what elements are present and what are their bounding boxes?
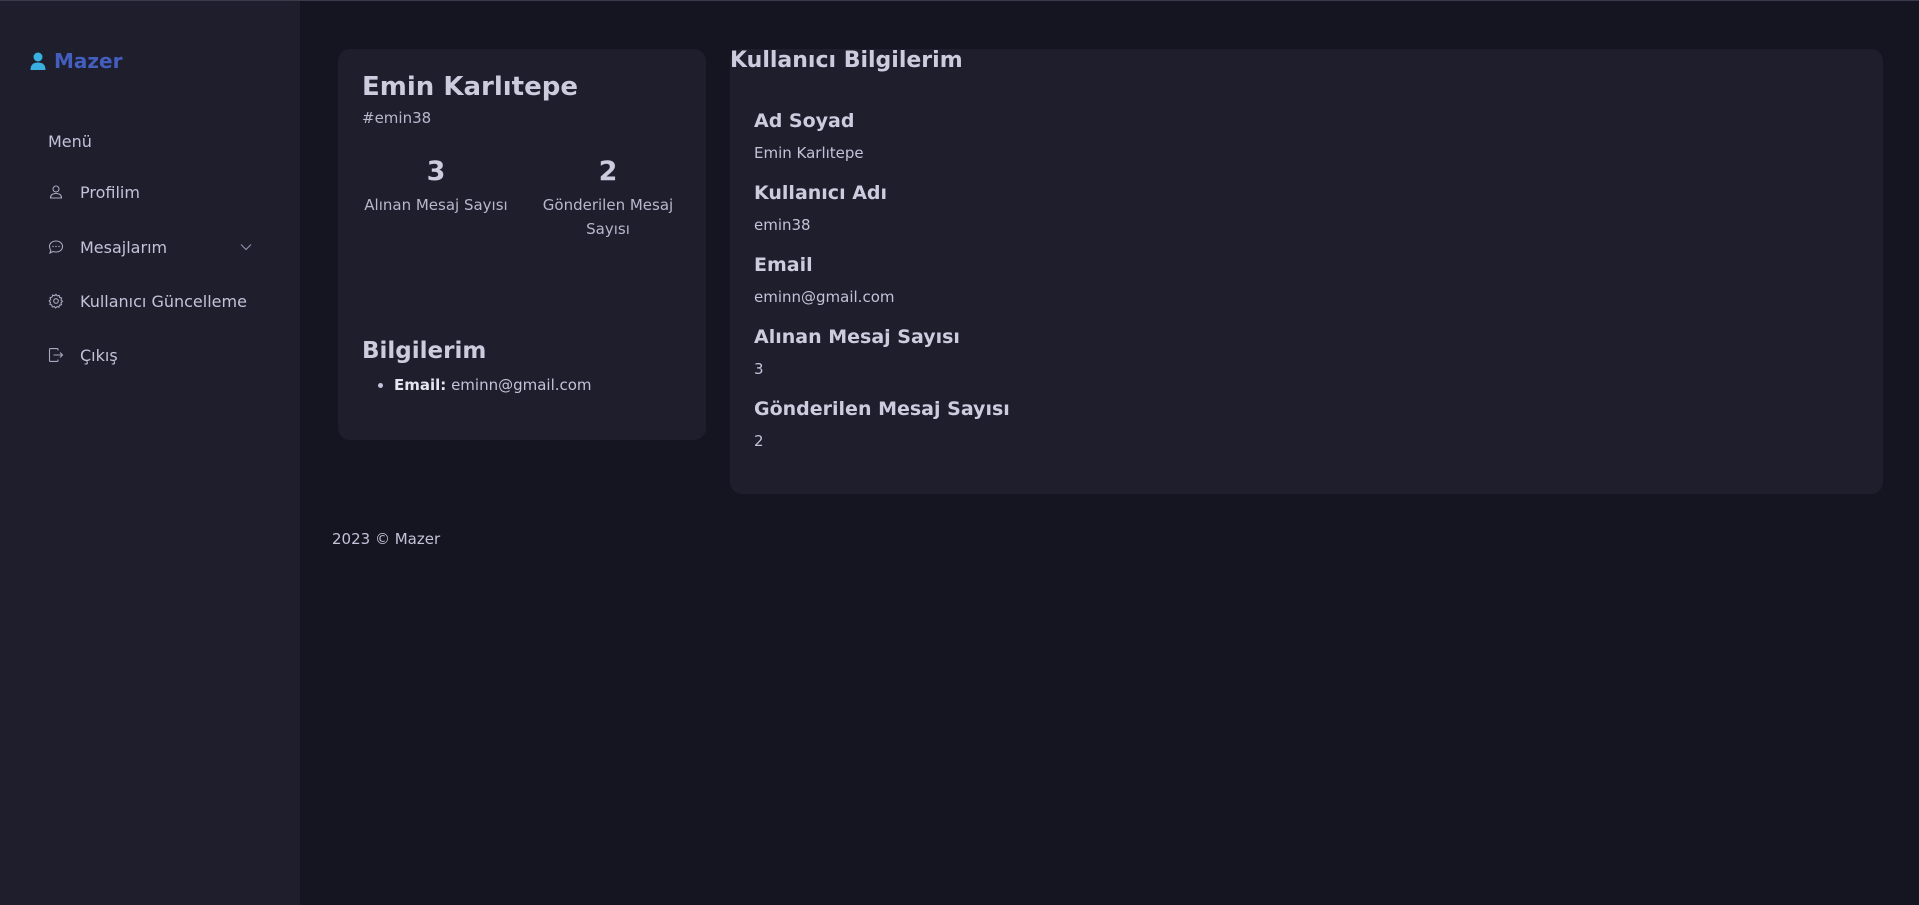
sidebar-item-label: Mesajlarım (80, 237, 168, 257)
field-label: Gönderilen Mesaj Sayısı (754, 398, 1010, 420)
details-title: Kullanıcı Bilgilerim (730, 48, 963, 73)
info-title: Bilgilerim (362, 338, 487, 364)
person-icon (49, 185, 63, 199)
field-value: 2 (754, 432, 764, 450)
stat-sent-messages: 2 Gönderilen Mesaj Sayısı (533, 155, 683, 241)
sidebar-item-kullanici-guncelleme[interactable]: Kullanıcı Güncelleme (48, 287, 253, 315)
brand-name: Mazer (54, 49, 123, 73)
email-label: Email: (394, 376, 447, 394)
list-item: Email: eminn@gmail.com (394, 376, 592, 394)
info-list: Email: eminn@gmail.com (394, 376, 592, 394)
field-kullanici-adi: Kullanıcı Adı emin38 (754, 181, 887, 235)
user-details-card: Kullanıcı Bilgilerim Ad Soyad Emin Karlı… (730, 48, 1883, 494)
stat-label: Alınan Mesaj Sayısı (364, 196, 508, 214)
chevron-down-icon[interactable] (239, 240, 253, 254)
sidebar-item-label: Çıkış (80, 345, 118, 365)
profile-name: Emin Karlıtepe (362, 72, 578, 102)
sidebar-item-mesajlarim[interactable]: Mesajlarım (48, 233, 253, 261)
field-value: Emin Karlıtepe (754, 144, 864, 162)
footer-copyright: 2023 © Mazer (332, 530, 441, 548)
sidebar-item-profilim[interactable]: Profilim (48, 178, 253, 206)
field-gonderilen-mesaj: Gönderilen Mesaj Sayısı 2 (754, 397, 1010, 451)
stat-value: 3 (426, 156, 446, 187)
profile-card: Emin Karlıtepe #emin38 3 Alınan Mesaj Sa… (338, 49, 706, 440)
field-ad-soyad: Ad Soyad Emin Karlıtepe (754, 109, 864, 163)
field-label: Ad Soyad (754, 110, 855, 132)
user-icon (30, 52, 46, 70)
field-label: Email (754, 254, 813, 276)
email-value: eminn@gmail.com (451, 376, 592, 394)
field-value: 3 (754, 360, 764, 378)
brand-logo[interactable]: Mazer (30, 49, 122, 73)
field-email: Email eminn@gmail.com (754, 253, 895, 307)
field-label: Kullanıcı Adı (754, 182, 888, 204)
stat-received-messages: 3 Alınan Mesaj Sayısı (361, 155, 511, 217)
logout-icon (48, 348, 64, 362)
menu-title: Menü (48, 132, 92, 151)
field-label: Alınan Mesaj Sayısı (754, 326, 960, 348)
sidebar-item-cikis[interactable]: Çıkış (48, 341, 253, 369)
sidebar-item-label: Kullanıcı Güncelleme (80, 291, 247, 311)
field-value: eminn@gmail.com (754, 288, 895, 306)
stat-label: Gönderilen Mesaj Sayısı (542, 196, 674, 238)
sidebar: Mazer Menü Profilim Mesajlarım Kullanıcı… (0, 1, 300, 905)
gear-icon (48, 293, 64, 309)
chat-icon (48, 240, 64, 255)
field-alinan-mesaj: Alınan Mesaj Sayısı 3 (754, 325, 960, 379)
profile-handle: #emin38 (362, 109, 432, 127)
field-value: emin38 (754, 216, 811, 234)
sidebar-item-label: Profilim (80, 182, 140, 202)
stat-value: 2 (598, 156, 618, 187)
